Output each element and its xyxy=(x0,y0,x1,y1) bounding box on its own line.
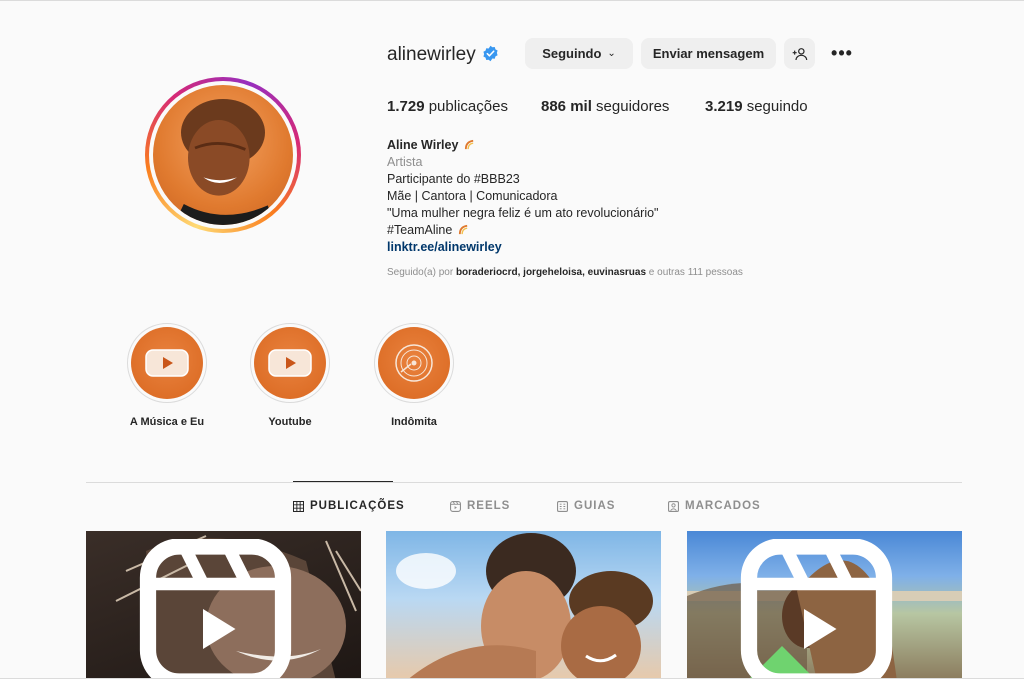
tab-reels[interactable]: REELS xyxy=(450,500,510,512)
tab-guides[interactable]: GUIAS xyxy=(557,500,615,512)
grid-icon xyxy=(293,500,304,512)
verified-badge-icon xyxy=(483,45,498,62)
rainbow-icon xyxy=(458,224,468,235)
posts-count-value: 1.729 xyxy=(387,98,425,115)
highlight-label: Indômita xyxy=(391,416,437,428)
window-bottom-border xyxy=(0,678,1024,683)
bio-line: Mãe | Cantora | Comunicadora xyxy=(387,189,558,203)
bio-hashtag[interactable]: #TeamAline xyxy=(387,223,452,237)
tab-tagged-label: MARCADOS xyxy=(685,500,761,512)
reel-badge-icon xyxy=(740,539,893,681)
following-stat[interactable]: 3.219 seguindo xyxy=(705,98,808,115)
more-options-icon[interactable]: ••• xyxy=(830,41,854,65)
posts-count-label: publicações xyxy=(428,98,508,115)
followers-label: seguidores xyxy=(596,98,670,115)
followed-by-names: boraderiocrd, jorgeheloisa, euvinasruas xyxy=(455,267,647,278)
avatar-photo xyxy=(153,85,293,225)
following-button[interactable]: Seguindo ⌄ xyxy=(525,38,633,69)
post-thumbnail[interactable] xyxy=(386,531,661,681)
tab-tagged[interactable]: MARCADOS xyxy=(668,500,761,512)
tab-guides-label: GUIAS xyxy=(574,500,616,512)
followers-stat[interactable]: 886 mil seguidores xyxy=(541,98,669,115)
add-person-icon xyxy=(792,47,807,60)
tabs-divider xyxy=(86,482,962,483)
bio-line: Participante do #BBB23 xyxy=(387,172,520,186)
suggested-users-button[interactable] xyxy=(784,38,815,69)
profile-category: Artista xyxy=(387,155,423,169)
chevron-down-icon: ⌄ xyxy=(607,48,616,59)
story-highlight[interactable]: Indômita xyxy=(369,323,459,428)
profile-username: alinewirley xyxy=(387,44,476,65)
window-top-border xyxy=(0,0,1024,1)
bio-link[interactable]: linktr.ee/alinewirley xyxy=(387,239,659,256)
active-tab-indicator xyxy=(293,481,393,482)
following-label: seguindo xyxy=(746,98,808,115)
post-thumbnail[interactable] xyxy=(86,531,361,681)
send-message-button[interactable]: Enviar mensagem xyxy=(641,38,776,69)
followed-by-prefix: Seguido(a) por xyxy=(387,267,454,278)
profile-bio: Aline Wirley Artista Participante do #BB… xyxy=(387,137,659,256)
story-highlight[interactable]: Youtube xyxy=(245,323,335,428)
following-button-label: Seguindo xyxy=(542,46,602,61)
youtube-play-icon xyxy=(145,349,189,377)
followed-by-text[interactable]: Seguido(a) por boraderiocrd, jorgehelois… xyxy=(387,267,743,278)
reel-badge-icon xyxy=(139,539,292,681)
followed-by-suffix: e outras 111 pessoas xyxy=(648,267,743,278)
followers-count-value: 886 mil xyxy=(541,98,592,115)
tab-reels-label: REELS xyxy=(467,500,511,512)
reels-icon xyxy=(450,500,461,512)
vinyl-record-icon xyxy=(395,344,433,382)
bio-line: "Uma mulher negra feliz é um ato revoluc… xyxy=(387,206,659,220)
tab-posts[interactable]: PUBLICAÇÕES xyxy=(293,500,405,512)
profile-full-name: Aline Wirley xyxy=(387,138,459,152)
tab-posts-label: PUBLICAÇÕES xyxy=(310,500,405,512)
tagged-icon xyxy=(668,500,679,512)
send-message-label: Enviar mensagem xyxy=(652,46,765,61)
posts-count-stat: 1.729 publicações xyxy=(387,98,508,115)
guides-icon xyxy=(557,500,568,512)
youtube-play-icon xyxy=(268,349,312,377)
following-count-value: 3.219 xyxy=(705,98,743,115)
highlight-label: A Música e Eu xyxy=(129,416,205,428)
post-thumbnail[interactable] xyxy=(687,531,962,681)
profile-avatar[interactable] xyxy=(145,77,301,233)
rainbow-icon xyxy=(464,139,474,150)
post-image xyxy=(396,533,653,681)
story-highlight[interactable]: A Música e Eu xyxy=(122,323,212,428)
highlight-label: Youtube xyxy=(268,416,312,428)
